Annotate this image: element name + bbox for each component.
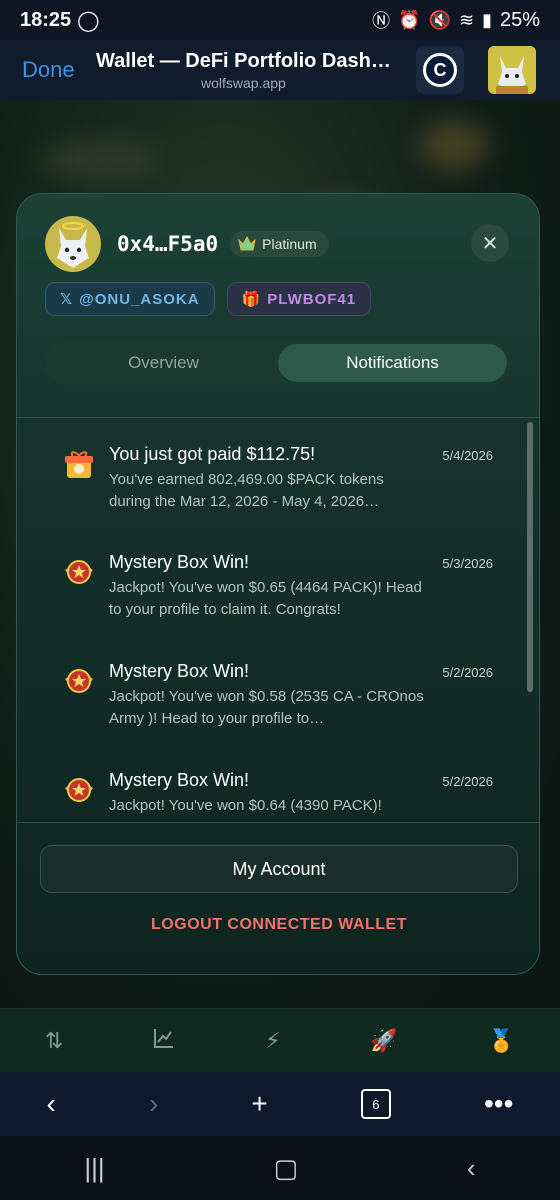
app-bottom-nav: ⇅ ⚡ 🚀 🏅 xyxy=(0,1008,560,1072)
notification-date: 5/4/2026 xyxy=(442,448,493,463)
page-title: Wallet — DeFi Portfolio Dashboard xyxy=(96,49,396,72)
notification-title: Mystery Box Win! xyxy=(109,552,250,572)
nfc-icon: Ⓝ xyxy=(372,11,391,31)
profile-chips: 𝕏 @ONU_ASOKA 🎁 PLWBOF41 xyxy=(45,282,372,316)
more-options-icon[interactable]: ••• xyxy=(484,1088,513,1120)
notification-item[interactable]: You just got paid $112.75! 5/4/2026 You'… xyxy=(63,444,493,513)
lightning-icon[interactable]: ⚡ xyxy=(265,1028,280,1054)
account-modal: 0x4…F5a0 Platinum ✕ 𝕏 @ONU_ASOKA 🎁 PLWBO… xyxy=(16,193,540,975)
wifi-icon: ≋ xyxy=(458,9,475,30)
notification-text: Jackpot! You've won $0.64 (4390 PACK)! xyxy=(109,797,382,814)
mystery-box-badge-icon xyxy=(65,560,93,584)
twitter-handle: @ONU_ASOKA xyxy=(79,290,200,308)
tabs-count-button[interactable]: 6 xyxy=(360,1089,391,1119)
notification-date: 5/2/2026 xyxy=(442,665,493,680)
wolf-icon xyxy=(496,56,528,94)
notification-item[interactable]: Mystery Box Win! 5/2/2026 Jackpot! You'v… xyxy=(63,661,493,730)
referral-chip[interactable]: 🎁 PLWBOF41 xyxy=(226,282,372,316)
divider xyxy=(17,822,539,823)
battery-level: 25% xyxy=(499,8,540,31)
wolf-avatar-thumbnail[interactable] xyxy=(488,46,536,94)
notification-title: Mystery Box Win! xyxy=(109,770,250,790)
status-time: 18:25 xyxy=(20,8,72,31)
avatar xyxy=(45,216,101,272)
status-icons: Ⓝ ⏰ 🔇 ≋ ▮ 25% xyxy=(372,7,540,33)
cronos-logo-icon: C xyxy=(423,53,457,87)
tier-label: Platinum xyxy=(262,236,317,252)
notification-title: Mystery Box Win! xyxy=(109,661,250,681)
tab-notifications[interactable]: Notifications xyxy=(278,344,507,382)
close-button[interactable]: ✕ xyxy=(471,224,509,262)
system-back-icon[interactable]: ‹ xyxy=(467,1153,476,1184)
message-bubble-icon: ◯ xyxy=(77,9,100,32)
notification-text: You've earned 802,469.00 $PACK tokens du… xyxy=(109,471,384,510)
gift-small-icon: 🎁 xyxy=(241,291,262,308)
wolf-avatar-icon xyxy=(57,222,89,268)
mystery-box-badge-icon xyxy=(65,778,93,802)
twitter-chip[interactable]: 𝕏 @ONU_ASOKA xyxy=(45,282,215,316)
page-title-box: Wallet — DeFi Portfolio Dashboard wolfsw… xyxy=(92,50,416,91)
notification-date: 5/2/2026 xyxy=(442,774,493,789)
x-logo-icon: 𝕏 xyxy=(60,291,74,308)
page-url: wolfswap.app xyxy=(201,74,286,91)
list-scrollbar[interactable] xyxy=(527,422,533,692)
forward-icon[interactable]: › xyxy=(149,1088,158,1120)
done-button[interactable]: Done xyxy=(22,57,92,83)
notification-date: 5/3/2026 xyxy=(442,556,493,571)
logout-button[interactable]: LOGOUT CONNECTED WALLET xyxy=(17,916,539,934)
referral-code: PLWBOF41 xyxy=(267,290,357,308)
medal-icon[interactable]: 🏅 xyxy=(488,1028,515,1054)
wallet-address: 0x4…F5a0 xyxy=(117,232,219,256)
mystery-box-badge-icon xyxy=(65,669,93,693)
notification-title: You just got paid $112.75! xyxy=(109,444,316,464)
browser-header: Done Wallet — DeFi Portfolio Dashboard w… xyxy=(0,40,560,100)
notification-item[interactable]: Mystery Box Win! 5/2/2026 Jackpot! You'v… xyxy=(63,770,493,817)
system-nav: ||| ▢ ‹ xyxy=(0,1136,560,1200)
notification-item[interactable]: Mystery Box Win! 5/3/2026 Jackpot! You'v… xyxy=(63,552,493,621)
close-icon: ✕ xyxy=(481,232,499,255)
status-bar: 18:25 ◯ Ⓝ ⏰ 🔇 ≋ ▮ 25% xyxy=(0,0,560,40)
new-tab-icon[interactable]: + xyxy=(251,1088,267,1120)
signal-icon: ▮ xyxy=(482,9,492,30)
mute-icon: 🔇 xyxy=(428,9,451,30)
tier-badge: Platinum xyxy=(230,231,329,257)
notification-text: Jackpot! You've won $0.58 (2535 CA - CRO… xyxy=(109,688,424,727)
chart-icon[interactable] xyxy=(153,1027,175,1055)
recent-apps-icon[interactable]: ||| xyxy=(84,1153,104,1184)
swap-arrows-icon[interactable]: ⇅ xyxy=(45,1028,63,1054)
home-icon[interactable]: ▢ xyxy=(274,1153,299,1184)
browser-nav: ‹ › + 6 ••• xyxy=(0,1072,560,1136)
my-account-button[interactable]: My Account xyxy=(40,845,518,893)
crown-icon xyxy=(238,236,256,251)
cronos-extension-button[interactable]: C xyxy=(416,46,464,94)
notification-text: Jackpot! You've won $0.65 (4464 PACK)! H… xyxy=(109,579,422,618)
tab-overview[interactable]: Overview xyxy=(49,344,278,382)
notifications-list[interactable]: You just got paid $112.75! 5/4/2026 You'… xyxy=(17,418,539,822)
back-icon[interactable]: ‹ xyxy=(47,1088,56,1120)
alarm-icon: ⏰ xyxy=(398,9,421,30)
rocket-icon[interactable]: 🚀 xyxy=(370,1028,397,1054)
tab-switcher: Overview Notifications xyxy=(45,340,511,386)
profile-header: 0x4…F5a0 Platinum xyxy=(45,216,329,272)
gift-icon xyxy=(65,451,93,478)
